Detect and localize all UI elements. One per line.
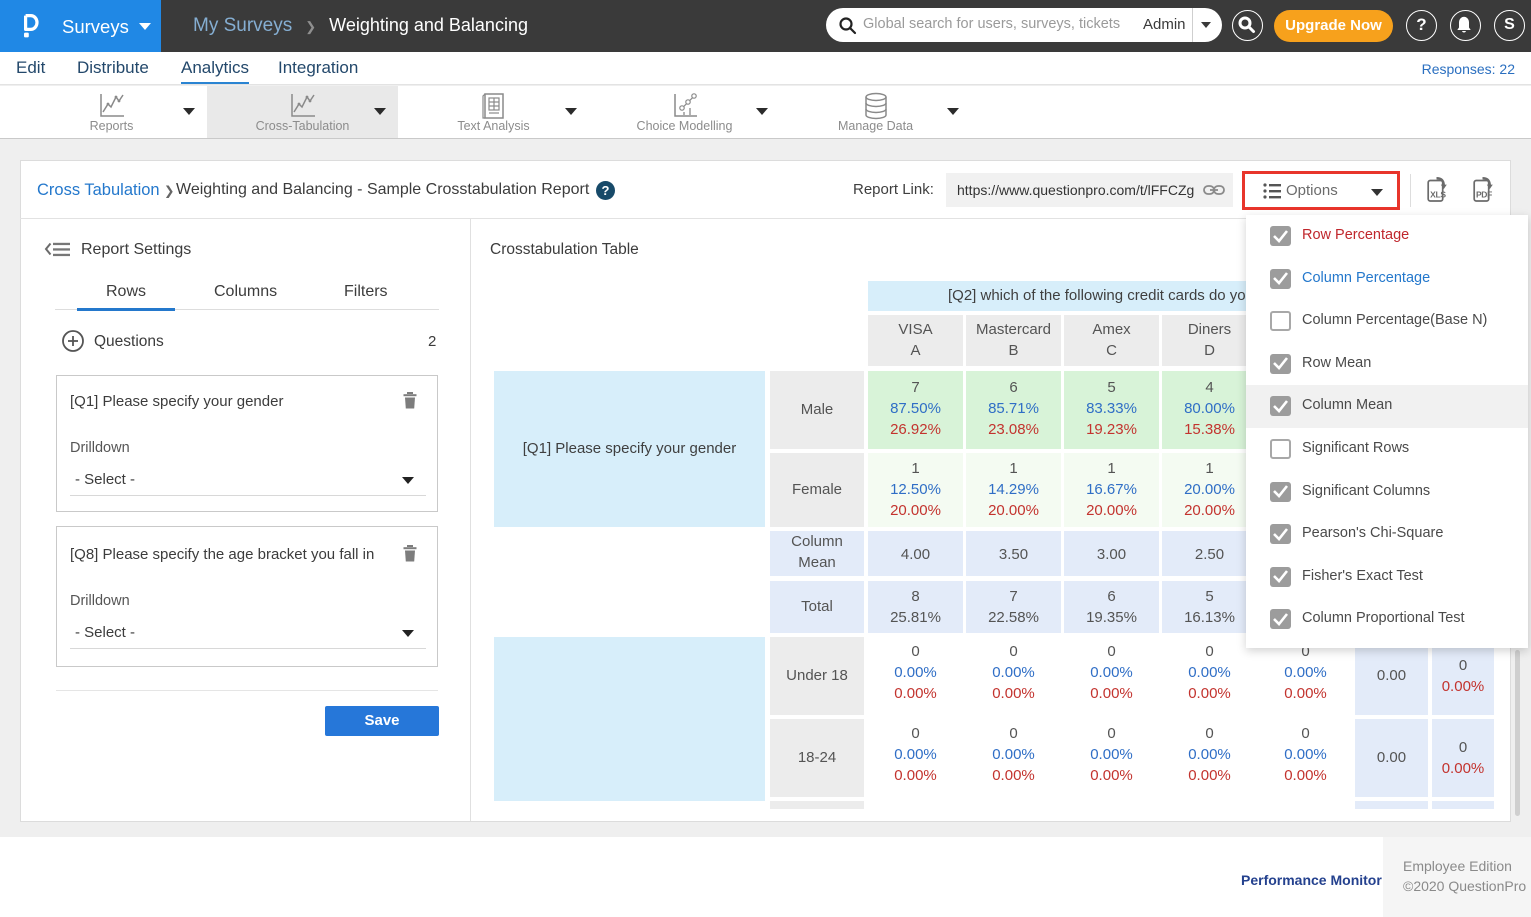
svg-text:XLS: XLS [1430,190,1446,200]
svg-text:PDF: PDF [1476,190,1492,200]
